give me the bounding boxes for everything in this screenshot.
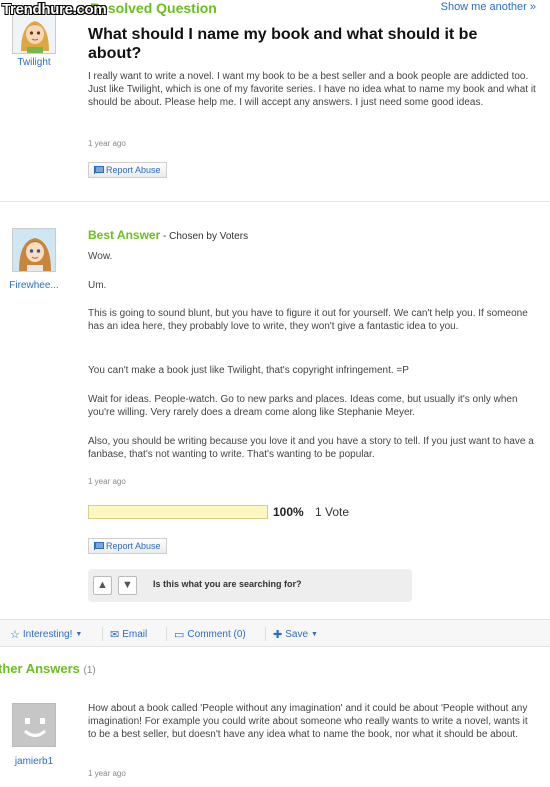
vote-progress-fill: [89, 506, 267, 518]
comment-button[interactable]: ▭ Comment (0): [174, 628, 246, 641]
other-answers-count: (1): [83, 665, 96, 676]
other-answer-body: How about a book called 'People without …: [88, 703, 528, 740]
email-label: Email: [122, 629, 148, 640]
other-answerer-username[interactable]: jamierb1: [6, 756, 62, 767]
flag-icon: [94, 166, 104, 174]
answer-paragraph: You can't make a book just like Twilight…: [88, 365, 409, 376]
save-label: Save: [285, 629, 309, 640]
interesting-button[interactable]: ☆ Interesting! ▼: [10, 628, 82, 641]
site-watermark: Trendhure.com: [2, 1, 107, 18]
best-answer-label: Best Answer: [88, 228, 161, 242]
vote-count: 1 Vote: [315, 505, 350, 519]
answerer-username[interactable]: Firewhee...: [0, 280, 68, 291]
chosen-by-label: - Chosen by Voters: [160, 231, 249, 242]
report-abuse-label: Report Abuse: [106, 541, 161, 551]
email-button[interactable]: ✉ Email: [110, 628, 147, 641]
envelope-icon: ✉: [110, 629, 120, 641]
default-avatar-icon: [13, 704, 55, 746]
star-icon: ☆: [10, 629, 20, 641]
caret-down-icon: ▼: [75, 631, 83, 638]
thumbs-down-icon[interactable]: ▼: [118, 576, 137, 595]
thumbs-up-icon[interactable]: ▲: [93, 576, 112, 595]
answer-time: 1 year ago: [88, 477, 126, 486]
other-answerer-avatar[interactable]: [12, 703, 56, 747]
question-time: 1 year ago: [88, 139, 126, 148]
question-report-abuse-button[interactable]: Report Abuse: [88, 162, 167, 178]
answerer-avatar-image: [13, 229, 55, 271]
caret-down-icon: ▼: [311, 631, 318, 638]
search-feedback-box: ▲ ▼ Is this what you are searching for?: [88, 569, 412, 602]
other-answer-time: 1 year ago: [88, 769, 126, 778]
asker-username[interactable]: Twilight: [6, 57, 62, 68]
separator: [166, 627, 167, 641]
answer-paragraph: Wow.: [88, 251, 113, 262]
answer-paragraph: Um.: [88, 280, 107, 291]
show-another-link[interactable]: Show me another »: [441, 1, 536, 13]
plus-icon: ✚: [273, 629, 283, 641]
other-answers-label: ther Answers: [0, 661, 80, 676]
search-prompt: Is this what you are searching for?: [153, 579, 302, 589]
other-answers-heading: ther Answers (1): [0, 661, 96, 676]
vote-progress-bar: [88, 505, 268, 519]
separator: [102, 627, 103, 641]
comment-label: Comment (0): [187, 629, 246, 640]
best-answer-heading: Best Answer - Chosen by Voters: [88, 228, 248, 242]
interesting-label: Interesting!: [22, 629, 73, 640]
answer-paragraph: Wait for ideas. People-watch. Go to new …: [88, 394, 518, 418]
separator: [265, 627, 266, 641]
answer-report-abuse-button[interactable]: Report Abuse: [88, 538, 167, 554]
save-button[interactable]: ✚ Save ▼: [273, 628, 318, 641]
report-abuse-label: Report Abuse: [106, 165, 161, 175]
action-bar: ☆ Interesting! ▼ ✉ Email ▭ Comment (0) ✚…: [0, 619, 550, 647]
vote-percent: 100%: [273, 505, 304, 519]
flag-icon: [94, 542, 104, 550]
question-body: I really want to write a novel. I want m…: [88, 71, 536, 108]
divider: [0, 201, 550, 202]
resolved-question-label: Resolved Question: [90, 0, 217, 16]
question-title: What should I name my book and what shou…: [88, 26, 478, 62]
answerer-avatar[interactable]: [12, 228, 56, 272]
answer-paragraph: This is going to sound blunt, but you ha…: [88, 308, 528, 332]
speech-bubble-icon: ▭: [174, 629, 185, 641]
answer-paragraph: Also, you should be writing because you …: [88, 436, 534, 460]
